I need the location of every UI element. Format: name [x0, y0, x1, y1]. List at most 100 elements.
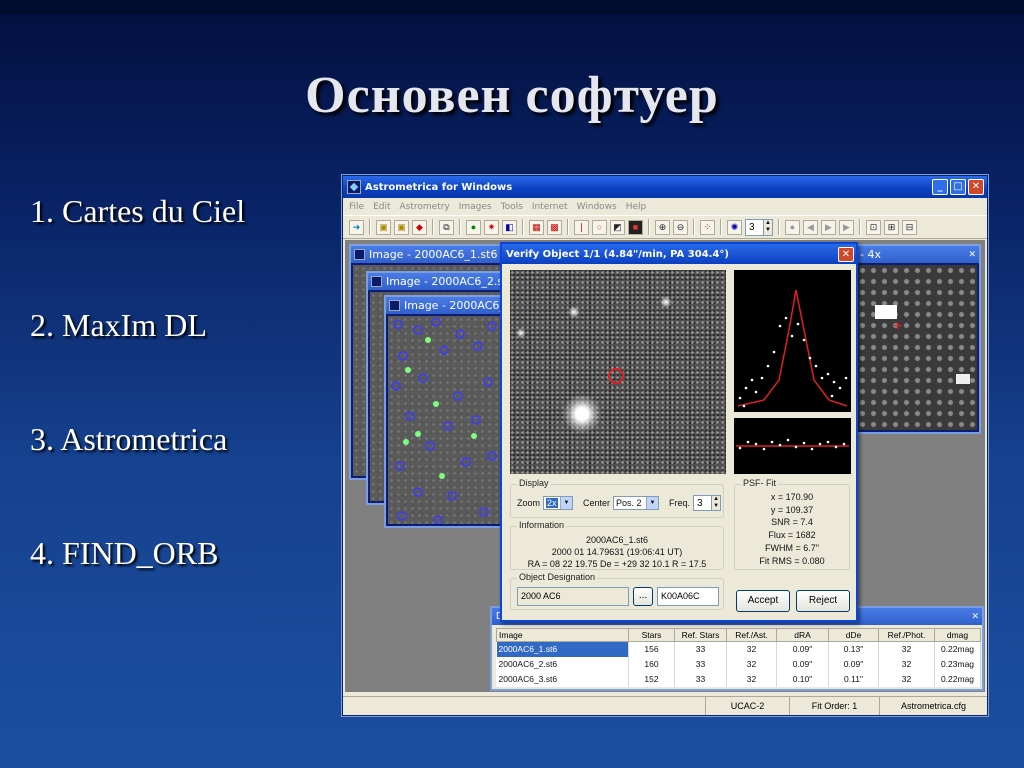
table-row[interactable]: 2000AC6_1.st6 156 33 32 0.09" 0.13" 32 0.22mag [496, 641, 981, 657]
bright-star [956, 374, 970, 384]
dialog-title: Verify Object 1/1 (4.84"/min, PA 304.4°) [506, 248, 729, 260]
close-button[interactable]: ✕ [968, 179, 984, 195]
object-image[interactable] [510, 270, 726, 474]
status-empty [343, 697, 705, 715]
center-select[interactable]: Pos. 2 [613, 496, 660, 510]
zoom-window[interactable]: - 4x ✕ + [853, 244, 981, 434]
bullet-item: 3. Astrometrica [30, 421, 228, 457]
menu-help[interactable]: Help [626, 202, 647, 212]
column-header[interactable]: Image [496, 628, 629, 642]
menu-images[interactable]: Images [459, 202, 492, 212]
psf-snr: SNR = 7.4 [771, 517, 813, 528]
window-title: Astrometrica for Windows [365, 181, 513, 193]
psf-profile-plot [734, 270, 851, 412]
track-icon[interactable]: ◩ [610, 219, 625, 235]
info-date: 2000 01 14.79631 (19:06:41 UT) [551, 547, 683, 557]
object-designation-group: Object Designation 2000 AC6 ... K00A06C [510, 572, 724, 610]
info-file: 2000AC6_1.st6 [585, 535, 649, 545]
table-row[interactable]: 2000AC6_2.st6 160 33 32 0.09" 0.09" 32 0.23mag [496, 656, 981, 672]
green-dot-icon[interactable]: ● [466, 219, 481, 235]
grid-cross-icon[interactable]: ▩ [547, 219, 562, 235]
load-images-icon[interactable]: ▣ [376, 219, 391, 235]
psf-x: x = 170.90 [770, 492, 814, 502]
image-results-table: Image Stars Ref. Stars Ref./Ast. dRA dDe… [496, 628, 981, 687]
menu-tools[interactable]: Tools [501, 202, 523, 212]
status-config: Astrometrica.cfg [879, 697, 987, 715]
psf-fit-group: PSF- Fit x = 170.90 y = 109.37 SNR = 7.4… [734, 478, 850, 570]
bullet-item: 1. Cartes du Ciel [30, 193, 246, 229]
dark-frame-icon[interactable]: ■ [628, 219, 643, 235]
mark-icon[interactable]: ❘ [574, 219, 589, 235]
dialog-close-button[interactable]: ✕ [838, 246, 854, 262]
designation-input[interactable]: 2000 AC6 [517, 587, 629, 606]
menu-bar: File Edit Astrometry Images Tools Intern… [343, 198, 987, 215]
reject-button[interactable]: Reject [796, 590, 850, 612]
copy-icon[interactable]: ⧉ [439, 219, 454, 235]
arrow-icon[interactable]: ➜ [349, 219, 364, 235]
menu-windows[interactable]: Windows [577, 202, 617, 212]
gear-icon[interactable]: ✷ [484, 219, 499, 235]
column-header[interactable]: dRA [776, 628, 829, 642]
table-row[interactable]: 2000AC6_3.st6 152 33 32 0.10" 0.11" 32 0.22mag [496, 671, 981, 687]
psf-y: y = 109.37 [770, 504, 814, 515]
status-bar: UCAC-2 Fit Order: 1 Astrometrica.cfg [343, 696, 987, 715]
minimize-button[interactable]: _ [932, 179, 948, 195]
column-header[interactable]: Stars [628, 628, 675, 642]
slide-top-band [0, 0, 1024, 14]
menu-internet[interactable]: Internet [532, 202, 568, 212]
column-header[interactable]: Ref. Stars [674, 628, 727, 642]
accept-button[interactable]: Accept [736, 590, 790, 612]
zoom-fit-icon[interactable]: ⊞ [884, 219, 899, 235]
window-titlebar[interactable]: Astrometrica for Windows _ □ ✕ [343, 176, 987, 198]
psf-fwhm: FWHM = 6.7" [765, 542, 819, 553]
bright-star [562, 394, 602, 434]
star-field-image[interactable] [388, 316, 500, 524]
browse-button[interactable]: ... [633, 587, 653, 606]
open-images-icon[interactable]: ▣ [394, 219, 409, 235]
record-icon[interactable]: ● [785, 219, 800, 235]
zoom-out-icon[interactable]: ⊖ [673, 219, 688, 235]
menu-file[interactable]: File [349, 202, 364, 212]
menu-edit[interactable]: Edit [373, 202, 390, 212]
menu-astrometry[interactable]: Astrometry [400, 202, 450, 212]
column-header[interactable]: dmag [934, 628, 981, 642]
image-window-3[interactable]: Image - 2000AC6_ [384, 295, 504, 528]
column-header[interactable]: Ref./Phot. [878, 628, 935, 642]
bullet-item: 2. MaxIm DL [30, 307, 207, 343]
zoomed-star-image[interactable]: + [857, 265, 977, 430]
target-crosshair: + [893, 318, 903, 335]
tool-icon[interactable]: ◧ [502, 219, 517, 235]
previous-icon[interactable]: ◀ [803, 219, 818, 235]
info-coordinates: RA = 08 22 19.75 De = +29 32 10.1 R = 17… [527, 559, 707, 569]
zoom-window-icon[interactable]: ⊡ [866, 219, 881, 235]
packed-designation-input[interactable]: K00A06C [657, 587, 719, 606]
play-icon[interactable]: ▶ [839, 219, 854, 235]
bright-star [660, 296, 672, 308]
zoom-in-icon[interactable]: ⊕ [655, 219, 670, 235]
close-icon[interactable]: ✕ [971, 608, 979, 625]
close-icon[interactable]: ✕ [968, 250, 976, 260]
maximize-button[interactable]: □ [950, 179, 966, 195]
zoom-select[interactable]: 2x [543, 496, 574, 510]
zoom-region-icon[interactable]: ⊟ [902, 219, 917, 235]
status-fit-order: Fit Order: 1 [789, 697, 879, 715]
freq-spinner[interactable]: 3 ▲ ▼ [693, 495, 722, 511]
stars-icon[interactable]: ✺ [727, 219, 742, 235]
psf-rms: Fit RMS = 0.080 [759, 555, 825, 566]
image-count-spinner[interactable]: 3 ▲ ▼ [745, 218, 773, 236]
blink-icon[interactable]: ◆ [412, 219, 427, 235]
column-header[interactable]: dDe [828, 628, 879, 642]
next-icon[interactable]: ▶ [821, 219, 836, 235]
column-header[interactable]: Ref./Ast. [726, 628, 777, 642]
dice-icon[interactable]: ⁘ [700, 219, 715, 235]
ring-icon[interactable]: ○ [592, 219, 607, 235]
psf-flux: Flux = 1682 [768, 530, 816, 541]
slide-title: Основен софтуер [305, 67, 719, 124]
image-icon [371, 276, 382, 287]
status-catalog: UCAC-2 [705, 697, 789, 715]
image-icon [389, 300, 400, 311]
grid-red-icon[interactable]: ▦ [529, 219, 544, 235]
image-icon [354, 249, 365, 260]
bullet-item: 4. FIND_ORB [30, 535, 219, 571]
dialog-titlebar[interactable]: Verify Object 1/1 (4.84"/min, PA 304.4°)… [502, 244, 856, 264]
